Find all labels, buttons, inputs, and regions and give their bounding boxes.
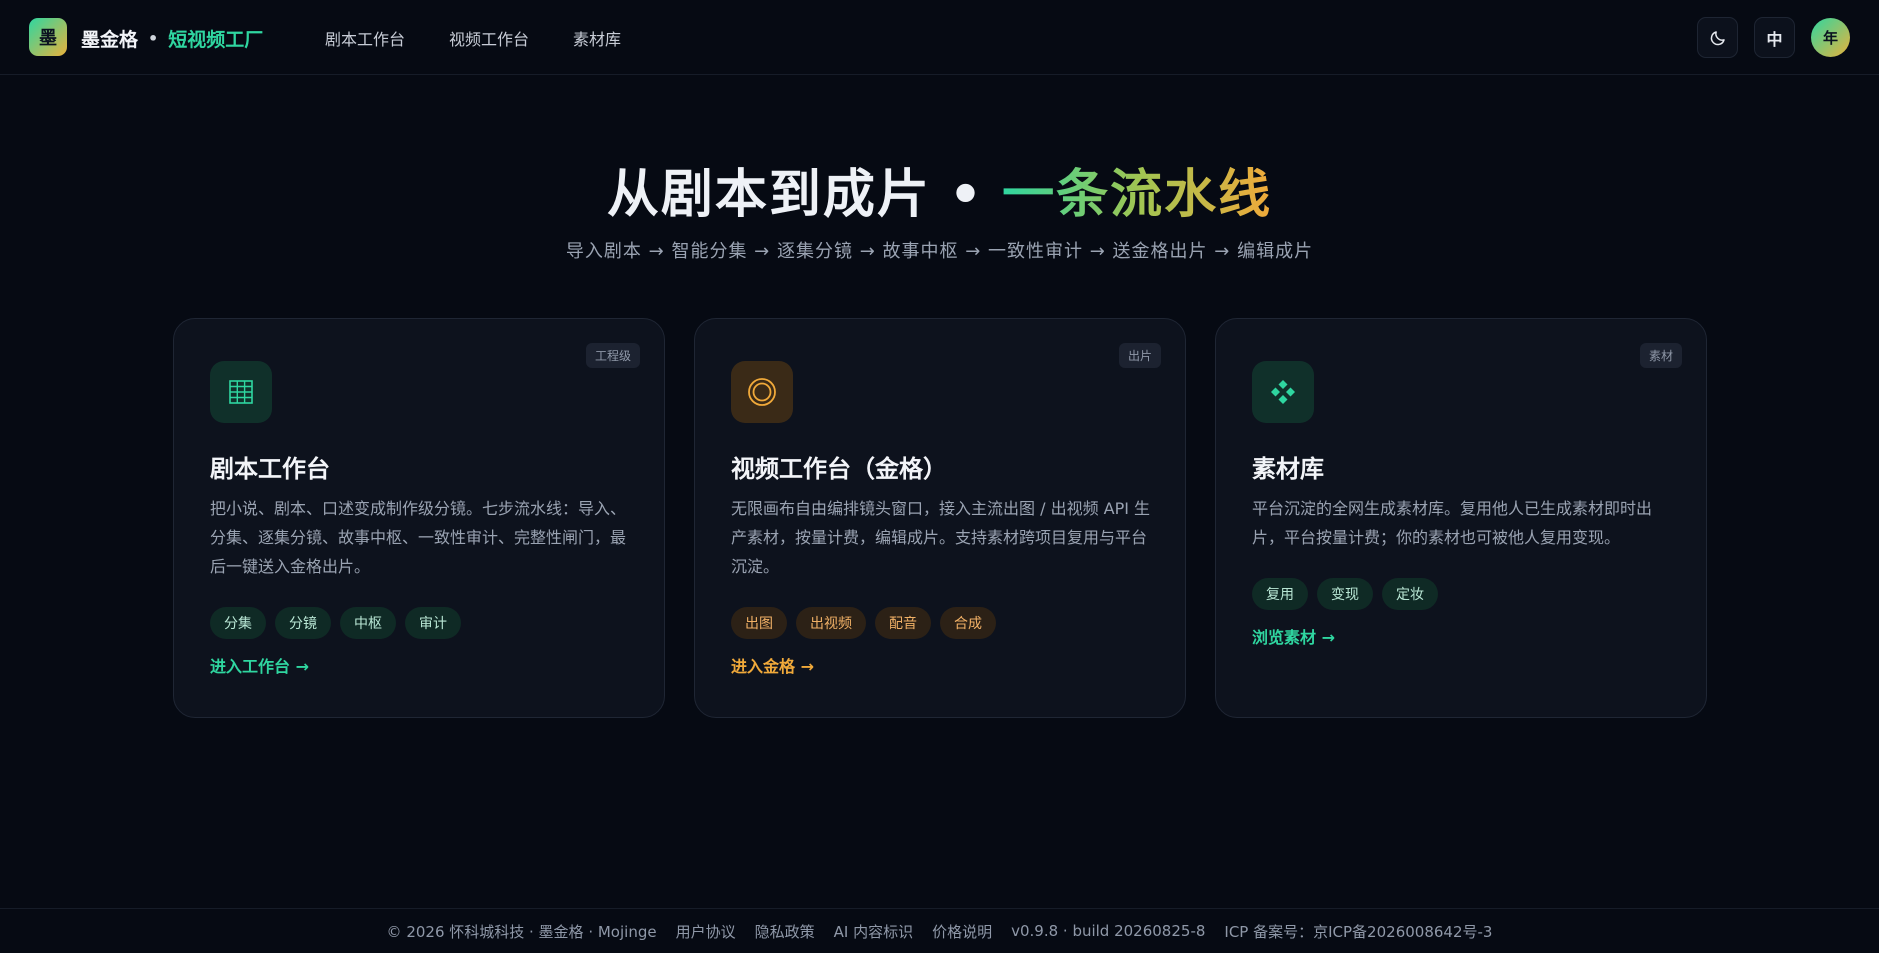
card-video-workbench[interactable]: 出片 视频工作台（金格） 无限画布自由编排镜头窗口，接入主流出图 / 出视频 A…	[694, 318, 1186, 718]
tag: 变现	[1317, 578, 1373, 610]
hero-title-accent: 一条流水线	[1002, 165, 1273, 225]
footer-copyright: © 2026 怀科城科技 · 墨金格 · Mojinge	[386, 922, 657, 941]
tag: 合成	[940, 607, 996, 639]
logo[interactable]: 墨	[29, 18, 67, 56]
main-nav: 剧本工作台 视频工作台 素材库	[325, 26, 621, 50]
footer-link-pricing[interactable]: 价格说明	[932, 921, 992, 942]
avatar-glyph: 年	[1822, 29, 1838, 47]
theme-toggle-button[interactable]	[1697, 17, 1738, 58]
grid-icon	[229, 380, 253, 404]
tag: 定妆	[1382, 578, 1438, 610]
tag: 出视频	[796, 607, 866, 639]
tag: 复用	[1252, 578, 1308, 610]
browse-assets-link[interactable]: 浏览素材 →	[1252, 624, 1335, 648]
top-bar: 墨 墨金格 • 短视频工厂 剧本工作台 视频工作台 素材库 中 年	[0, 0, 1879, 75]
card-title: 视频工作台（金格）	[731, 455, 947, 483]
brand[interactable]: 墨金格 • 短视频工厂	[81, 24, 263, 52]
tag: 出图	[731, 607, 787, 639]
tag: 分集	[210, 607, 266, 639]
brand-accent: 短视频工厂	[168, 28, 264, 51]
footer-icp: ICP 备案号：京ICP备2026008642号-3	[1224, 922, 1493, 941]
footer-version: v0.9.8 · build 20260825-8	[1011, 922, 1206, 940]
card-description: 无限画布自由编排镜头窗口，接入主流出图 / 出视频 API 生产素材，按量计费，…	[731, 499, 1151, 576]
enter-jinge-link[interactable]: 进入金格 →	[731, 653, 814, 677]
logo-glyph: 墨	[39, 28, 57, 49]
hero-title: 从剧本到成片 • 一条流水线	[0, 152, 1879, 227]
card-badge: 出片	[1118, 343, 1161, 368]
card-badge: 工程级	[585, 343, 640, 368]
footer-link-ai-label[interactable]: AI 内容标识	[834, 921, 913, 942]
card-icon-box	[1252, 361, 1314, 423]
footer: © 2026 怀科城科技 · 墨金格 · Mojinge 用户协议 隐私政策 A…	[0, 908, 1879, 953]
brand-name: 墨金格	[81, 28, 139, 51]
nav-script-workbench[interactable]: 剧本工作台	[325, 26, 405, 50]
diamonds-icon	[1271, 380, 1295, 404]
top-actions: 中 年	[1697, 17, 1850, 58]
tag: 审计	[405, 607, 461, 639]
hero-subtitle: 导入剧本 → 智能分集 → 逐集分镜 → 故事中枢 → 一致性审计 → 送金格出…	[565, 241, 1314, 262]
target-icon	[748, 378, 776, 406]
tag: 分镜	[275, 607, 331, 639]
hero-title-main: 从剧本到成片	[606, 165, 931, 225]
language-button[interactable]: 中	[1754, 17, 1795, 58]
card-asset-library[interactable]: 素材 素材库 平台沉淀的全网生成素材库。复用他人已生成素材即时出片，平台按量计费…	[1215, 318, 1707, 718]
tag: 中枢	[340, 607, 396, 639]
nav-asset-library[interactable]: 素材库	[573, 26, 621, 50]
card-badge: 素材	[1639, 343, 1682, 368]
card-tags: 分集 分镜 中枢 审计	[210, 607, 461, 639]
footer-link-user-agreement[interactable]: 用户协议	[676, 921, 736, 942]
language-label: 中	[1766, 29, 1783, 49]
hero-title-separator: •	[948, 165, 985, 225]
card-script-workbench[interactable]: 工程级 剧本工作台 把小说、剧本、口述变成制作级分镜。七步流水线：导入、分集、逐…	[173, 318, 665, 718]
card-description: 把小说、剧本、口述变成制作级分镜。七步流水线：导入、分集、逐集分镜、故事中枢、一…	[210, 499, 627, 576]
card-tags: 出图 出视频 配音 合成	[731, 607, 996, 639]
moon-icon	[1710, 30, 1725, 45]
card-icon-box	[731, 361, 793, 423]
card-title: 素材库	[1252, 455, 1324, 483]
card-icon-box	[210, 361, 272, 423]
tag: 配音	[875, 607, 931, 639]
card-title: 剧本工作台	[210, 455, 330, 483]
brand-separator: •	[148, 28, 159, 48]
footer-link-privacy[interactable]: 隐私政策	[755, 921, 815, 942]
card-tags: 复用 变现 定妆	[1252, 578, 1438, 610]
avatar[interactable]: 年	[1811, 18, 1850, 57]
nav-video-workbench[interactable]: 视频工作台	[449, 26, 529, 50]
card-description: 平台沉淀的全网生成素材库。复用他人已生成素材即时出片，平台按量计费；你的素材也可…	[1252, 499, 1653, 547]
enter-workbench-link[interactable]: 进入工作台 →	[210, 653, 309, 677]
